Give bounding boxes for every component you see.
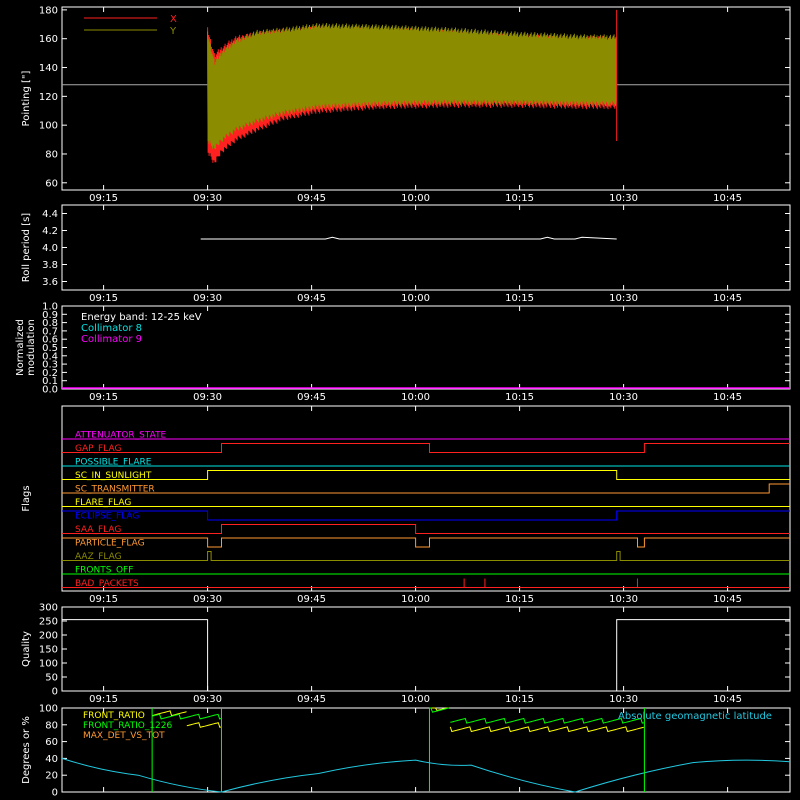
y-tick-label: 120 [39,92,58,103]
y-tick-label: 250 [39,617,58,628]
x-tick-label: 09:45 [297,193,326,204]
ratio-legend-label: MAX_DET_VS_TOT [83,731,165,741]
y-tick-label: 180 [39,5,58,16]
y-axis-label: modulation [26,319,37,376]
y-tick-label: 1.0 [42,302,58,313]
y-tick-label: 80 [45,720,58,731]
y-tick-label: 150 [39,645,58,656]
legend-label: X [170,14,177,25]
x-tick-label: 09:45 [297,694,326,705]
x-tick-label: 10:00 [401,293,430,304]
y-tick-label: 300 [39,603,58,614]
x-tick-label: 10:30 [609,694,638,705]
x-tick-label: 10:30 [609,594,638,605]
ratio-legend-label: FRONT_RATIO_1226 [83,721,173,731]
x-tick-label: 10:45 [713,392,742,403]
y-tick-label: 100 [39,659,58,670]
geomag-annotation: Absolute geomagnetic latitude [618,711,772,722]
y-axis-label: Degrees or % [21,716,32,784]
x-tick-label: 09:45 [297,392,326,403]
x-tick-label: 10:30 [609,392,638,403]
x-tick-label: 10:15 [505,392,534,403]
y-axis-label: Pointing ["] [21,70,32,126]
y-tick-label: 200 [39,631,58,642]
x-tick-label: 09:45 [297,594,326,605]
modulation-annotation: Collimator 9 [81,334,142,345]
y-tick-label: 3.6 [42,277,58,288]
x-tick-label: 09:15 [89,293,118,304]
flag-label-particle-flag: PARTICLE_FLAG [75,539,145,549]
x-tick-label: 09:15 [89,694,118,705]
x-tick-label: 09:15 [89,193,118,204]
x-tick-label: 10:00 [401,392,430,403]
x-tick-label: 10:00 [401,193,430,204]
legend-label: Y [169,26,177,37]
y-axis-label: Quality [21,631,32,667]
x-tick-label: 10:00 [401,594,430,605]
x-tick-label: 10:30 [609,193,638,204]
x-tick-label: 10:45 [713,594,742,605]
y-tick-label: 60 [45,737,58,748]
x-tick-label: 10:30 [609,293,638,304]
y-axis-label: Normalized [15,319,26,376]
x-tick-label: 10:45 [713,293,742,304]
y-tick-label: 20 [45,771,58,782]
x-tick-label: 10:45 [713,193,742,204]
stacked-time-series-chart: 09:15 09:30 09:45 10:00 10:15 10:30 10:45 60 80 1… [0,0,800,800]
y-tick-label: 100 [39,704,58,715]
y-tick-label: 4.2 [42,226,58,237]
y-tick-label: 50 [45,673,58,684]
x-tick-label: 09:15 [89,392,118,403]
x-tick-label: 10:15 [505,293,534,304]
chart-background [0,0,800,800]
y-tick-label: 60 [45,178,58,189]
x-tick-label: 09:15 [89,594,118,605]
y-tick-label: 4.4 [42,209,58,220]
y-tick-label: 100 [39,121,58,132]
x-tick-label: 09:45 [297,293,326,304]
x-tick-label: 09:30 [193,594,222,605]
x-tick-label: 10:00 [401,694,430,705]
y-tick-label: 3.8 [42,260,58,271]
y-axis-label: Roll period [s] [21,213,32,282]
y-tick-label: 40 [45,754,58,765]
x-tick-label: 10:15 [505,594,534,605]
y-tick-label: 0 [52,788,58,799]
x-tick-label: 10:15 [505,694,534,705]
x-tick-label: 10:45 [713,694,742,705]
y-tick-label: 4.0 [42,243,58,254]
flag-label-eclipse-flag: ECLIPSE_FLAG [75,512,139,522]
x-tick-label: 10:15 [505,193,534,204]
x-tick-label: 09:30 [193,392,222,403]
ratio-legend-label: FRONT_RATIO [83,711,145,721]
y-axis-label: Flags [21,485,32,511]
y-tick-label: 160 [39,34,58,45]
x-tick-label: 09:30 [193,694,222,705]
modulation-annotation: Energy band: 12-25 keV [81,312,202,323]
modulation-annotation: Collimator 8 [81,323,142,334]
x-tick-label: 09:30 [193,193,222,204]
y-tick-label: 80 [45,149,58,160]
y-tick-label: 140 [39,63,58,74]
y-tick-label: 0 [52,687,58,698]
x-tick-label: 09:30 [193,293,222,304]
